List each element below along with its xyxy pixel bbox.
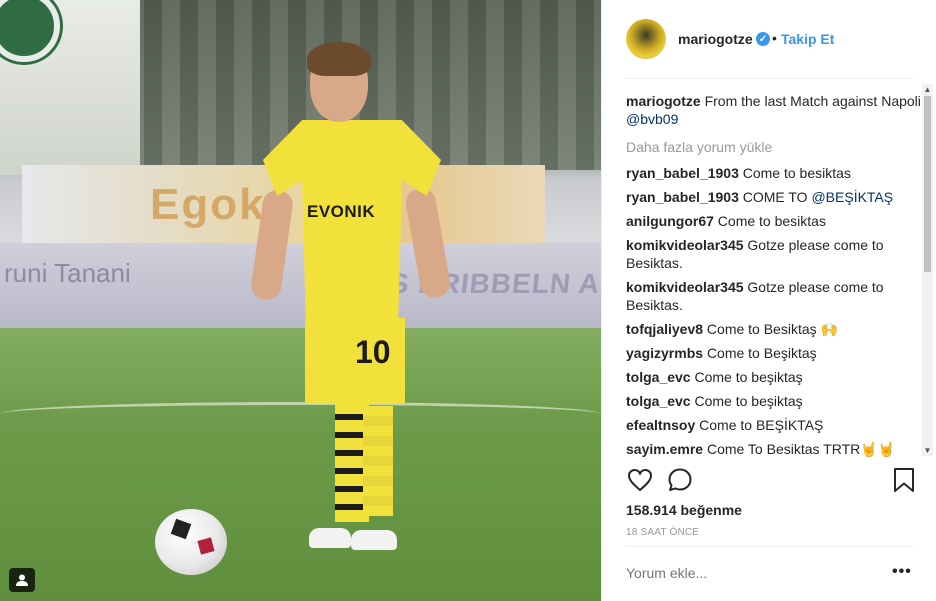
comment-list: mariogotze From the last Match against N…	[626, 92, 921, 458]
separator-dot: •	[772, 30, 777, 46]
user-tag-icon[interactable]	[9, 568, 35, 592]
stadium-wall	[0, 0, 140, 175]
list-item: ryan_babel_1903 Come to besiktas	[626, 164, 921, 182]
list-item: tolga_evc Come to beşiktaş	[626, 368, 921, 386]
player-hair	[307, 42, 371, 76]
club-crest	[0, 0, 60, 62]
player: EVONIK 10	[249, 40, 455, 560]
comment-username[interactable]: komikvideolar345	[626, 237, 744, 253]
comments-scrollbar[interactable]: ▲ ▼	[922, 84, 933, 456]
post-photo[interactable]: Egok runi Tanani S DRIBBELN A EVONIK 10	[0, 0, 601, 601]
comment-username[interactable]: anilgungor67	[626, 213, 714, 229]
list-item: tofqjaliyev8 Come to Besiktaş 🙌	[626, 320, 921, 338]
more-options-button[interactable]: •••	[892, 563, 912, 581]
comment-username[interactable]: efealtnsoy	[626, 417, 695, 433]
verified-badge-icon: ✓	[756, 32, 770, 46]
caption-username[interactable]: mariogotze	[626, 93, 701, 109]
comment-text: Come to Beşiktaş	[706, 345, 817, 361]
caption: mariogotze From the last Match against N…	[626, 92, 921, 128]
list-item: efealtnsoy Come to BEŞİKTAŞ	[626, 416, 921, 434]
comment-input[interactable]	[626, 565, 866, 581]
comment-text: Come to besiktas	[717, 213, 826, 229]
list-item: ryan_babel_1903 COME TO @BEŞİKTAŞ	[626, 188, 921, 206]
list-item: yagizyrmbs Come to Beşiktaş	[626, 344, 921, 362]
scrollbar-thumb[interactable]	[924, 96, 931, 272]
like-count[interactable]: 158.914 beğenme	[626, 502, 742, 518]
comment-username[interactable]: tofqjaliyev8	[626, 321, 703, 337]
avatar[interactable]	[626, 19, 666, 59]
comment-icon	[668, 468, 692, 491]
advertising-board-lower-text: runi Tanani	[4, 258, 131, 288]
comment-text: Come to Besiktaş 🙌	[706, 321, 838, 337]
comment-username[interactable]: tolga_evc	[626, 369, 691, 385]
list-item: sayim.emre Come To Besiktas TRTR🤘🤘	[626, 440, 921, 458]
comment-username[interactable]: tolga_evc	[626, 393, 691, 409]
player-arm-right	[403, 186, 453, 300]
comment-text: Come to beşiktaş	[694, 393, 803, 409]
caption-mention[interactable]: @bvb09	[626, 111, 678, 127]
shirt-sponsor: EVONIK	[307, 202, 376, 221]
comment-button[interactable]	[666, 466, 694, 494]
post-actions	[626, 466, 916, 496]
comment-text: Come To Besiktas TRTR🤘🤘	[706, 441, 896, 457]
comment-text: Come to beşiktaş	[694, 369, 803, 385]
player-arm-left	[249, 188, 295, 302]
comment-username[interactable]: yagizyrmbs	[626, 345, 703, 361]
comment-username[interactable]: sayim.emre	[626, 441, 703, 457]
player-shoe-right	[351, 530, 397, 550]
divider	[626, 546, 913, 547]
advertising-board-text: Egok	[150, 180, 266, 229]
caption-text: From the last Match against Napoli	[704, 93, 921, 109]
player-sock-right	[363, 406, 393, 516]
bookmark-icon	[894, 468, 914, 492]
user-tag-icon-glyph	[16, 574, 28, 586]
football	[155, 509, 227, 575]
list-item: komikvideolar345 Gotze please come to Be…	[626, 278, 921, 314]
comment-username[interactable]: komikvideolar345	[626, 279, 744, 295]
like-button[interactable]	[626, 466, 654, 494]
post-sidebar: mariogotze ✓ • Takip Et mariogotze From …	[601, 0, 936, 601]
post-author-username[interactable]: mariogotze	[678, 31, 753, 47]
comment-mention[interactable]: @BEŞİKTAŞ	[811, 189, 893, 205]
scroll-down-arrow-icon[interactable]: ▼	[922, 445, 933, 456]
divider	[626, 78, 913, 79]
follow-button[interactable]: Takip Et	[781, 31, 834, 47]
comment-text: Come to BEŞİKTAŞ	[699, 417, 824, 433]
comment-username[interactable]: ryan_babel_1903	[626, 189, 739, 205]
post-header: mariogotze ✓ • Takip Et	[602, 0, 936, 79]
save-button[interactable]	[890, 466, 918, 494]
comment-text: COME TO	[742, 189, 812, 205]
heart-icon	[627, 468, 653, 492]
list-item: anilgungor67 Come to besiktas	[626, 212, 921, 230]
list-item: komikvideolar345 Gotze please come to Be…	[626, 236, 921, 272]
comment-username[interactable]: ryan_babel_1903	[626, 165, 739, 181]
load-more-comments-button[interactable]: Daha fazla yorum yükle	[626, 138, 921, 156]
player-shoe-left	[309, 528, 351, 548]
list-item: tolga_evc Come to beşiktaş	[626, 392, 921, 410]
comment-text: Come to besiktas	[742, 165, 851, 181]
scroll-up-arrow-icon[interactable]: ▲	[922, 84, 933, 95]
shorts-number: 10	[355, 334, 391, 370]
post-timestamp[interactable]: 18 SAAT ÖNCE	[626, 527, 699, 538]
